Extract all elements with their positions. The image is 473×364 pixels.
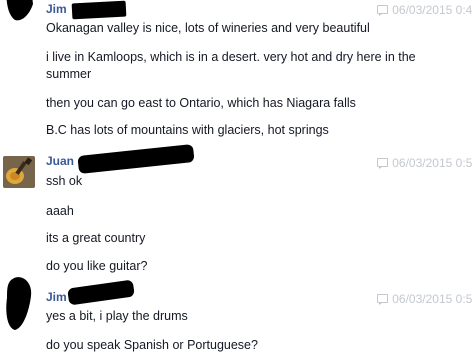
message-bubble-icon: [377, 158, 389, 169]
message-text: yes a bit, i play the drums: [46, 309, 188, 323]
message-text: i live in Kamloops, which is in a desert…: [46, 50, 416, 81]
avatar[interactable]: [3, 156, 35, 188]
sender-name[interactable]: Juan: [46, 154, 74, 168]
sender-name[interactable]: Jim: [46, 290, 67, 304]
message-bubble-icon: [377, 294, 389, 305]
avatar[interactable]: [3, 0, 35, 26]
message-text: Okanagan valley is nice, lots of winerie…: [46, 21, 370, 35]
avatar[interactable]: [3, 272, 35, 332]
timestamp: 06/03/2015 0:53: [377, 292, 473, 306]
redaction-mark: [71, 0, 127, 20]
message-text: then you can go east to Ontario, which h…: [46, 96, 356, 110]
message-text: its a great country: [46, 231, 146, 245]
message-bubble-icon: [377, 5, 389, 16]
sender-name[interactable]: Jim: [46, 2, 67, 16]
message-text: aaah: [46, 204, 74, 218]
timestamp: 06/03/2015 0:45: [377, 3, 473, 17]
message-text: do you like guitar?: [46, 259, 148, 273]
redaction-mark: [67, 279, 135, 306]
message-text: ssh ok: [46, 174, 83, 188]
timestamp: 06/03/2015 0:52: [377, 156, 473, 170]
redaction-mark: [77, 143, 195, 175]
message-text: do you speak Spanish or Portuguese?: [46, 338, 258, 352]
message-text: B.C has lots of mountains with glaciers,…: [46, 123, 329, 137]
